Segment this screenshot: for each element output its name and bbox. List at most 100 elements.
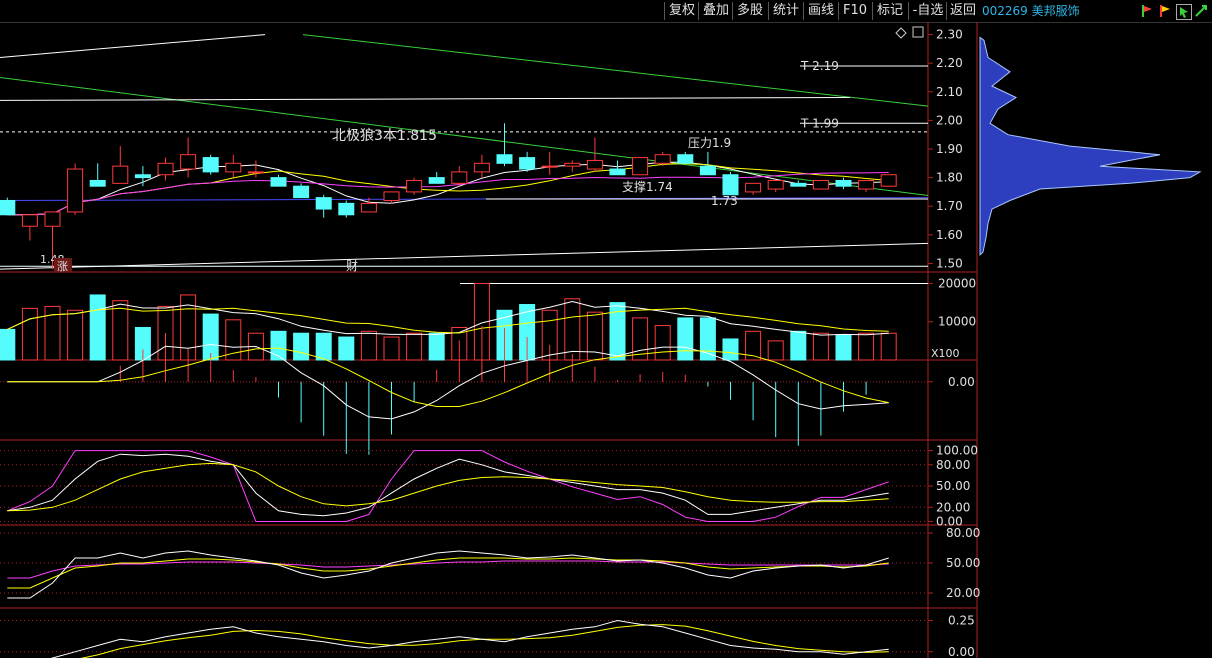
volume-bar [858, 332, 875, 361]
volume-bar [360, 330, 377, 361]
volume-bar [0, 328, 16, 361]
y-tick-label: 1.50 [936, 256, 963, 270]
candle [428, 177, 445, 184]
mark-button[interactable]: 标记 [872, 2, 907, 20]
candle [247, 171, 264, 174]
candle [609, 168, 626, 176]
tag-zhang: 涨 [57, 260, 68, 273]
volume-bar [880, 332, 897, 361]
candle [44, 211, 61, 227]
candle [496, 154, 513, 164]
y-tick-label: 0.25 [948, 614, 975, 628]
candle [790, 182, 807, 187]
candle [180, 154, 197, 170]
chart-annotation-title: 北极狼3本1.815 [332, 128, 437, 144]
flag-icon[interactable] [1158, 4, 1172, 18]
volume-bar [293, 332, 310, 361]
volume-bar [812, 332, 829, 361]
candle [745, 182, 762, 193]
candle [541, 165, 558, 168]
candle [270, 177, 287, 187]
candle [519, 157, 536, 170]
y-tick-label: 2.20 [936, 56, 963, 70]
y-tick-label: 1.60 [936, 228, 963, 242]
trend-line [0, 97, 851, 101]
flag-icon[interactable] [1140, 4, 1154, 18]
y-tick-label: 0.00 [948, 375, 975, 389]
candle [699, 165, 716, 176]
y-tick-label: 0.00 [948, 645, 975, 658]
y-tick-label: 10000 [938, 315, 976, 329]
y-tick-label: 1.70 [936, 199, 963, 213]
draw-line-button[interactable]: 画线 [803, 2, 838, 20]
y-tick-label: 20.00 [946, 586, 980, 600]
chart-canvas[interactable]: 2.30 2.20 2.10 2.00 1.90 1.80 1.70 1.60 1.50 T 2.… [0, 22, 1212, 658]
stock-title: 002269 美邦服饰 [982, 2, 1080, 20]
f10-button[interactable]: F10 [838, 2, 871, 20]
candle [812, 179, 829, 190]
ma20-line [7, 172, 889, 216]
y-tick-label: 100.00 [936, 444, 978, 458]
volume-bar [428, 332, 445, 361]
t-mid-label: T 1.99 [800, 116, 839, 130]
candle [586, 159, 603, 170]
volume-bar [767, 340, 784, 361]
candle [722, 174, 739, 196]
volume-bar [338, 336, 355, 361]
candle [293, 185, 310, 199]
cursor-icon[interactable] [1176, 4, 1192, 20]
volume-bar [790, 330, 807, 361]
candle [360, 202, 377, 213]
y-tick-label: 80.00 [946, 526, 980, 540]
chip-distribution [979, 36, 1202, 256]
osc-line [50, 619, 889, 658]
volume-bar [89, 294, 106, 361]
volume-bar [406, 332, 423, 361]
trend-line [0, 34, 266, 58]
rsi-long [7, 560, 889, 579]
volume-bar [722, 338, 739, 361]
candle [202, 157, 219, 173]
back-button[interactable]: 返回 [946, 2, 979, 20]
support-label: 支撑1.74 [622, 179, 673, 194]
kdj-d [7, 462, 889, 512]
candle [835, 179, 852, 187]
y-tick-label: 50.00 [946, 556, 980, 570]
y-tick-label: 2.00 [936, 113, 963, 127]
diamond-icon [895, 27, 907, 39]
candle [858, 179, 875, 190]
candle [315, 197, 332, 210]
volume-bar [835, 334, 852, 361]
volume-bar [654, 325, 671, 361]
add-favorite-button[interactable]: -自选 [908, 2, 947, 20]
candle [451, 171, 468, 184]
stock-code: 002269 [982, 4, 1028, 18]
candle [338, 202, 355, 216]
trend-line [0, 242, 929, 270]
expand-icon[interactable] [1194, 4, 1208, 18]
volume-bar [383, 336, 400, 361]
candle [112, 165, 129, 184]
y-tick-label: 80.00 [936, 458, 970, 472]
candle [880, 174, 897, 187]
fuquan-button[interactable]: 复权 [664, 2, 699, 20]
volume-bar [315, 332, 332, 361]
volume-unit-label: X100 [931, 347, 960, 360]
candle [632, 157, 649, 176]
volume-bar [564, 298, 581, 361]
candle [406, 179, 423, 193]
volume-bar [677, 317, 694, 361]
volume-bar [225, 319, 242, 361]
statistics-button[interactable]: 统计 [768, 2, 803, 20]
overlay-button[interactable]: 叠加 [698, 2, 733, 20]
y-tick-label: 50.00 [936, 479, 970, 493]
rsi-short [7, 550, 889, 599]
candle [767, 179, 784, 190]
candle [67, 168, 84, 213]
candle [654, 154, 671, 164]
multi-stock-button[interactable]: 多股 [732, 2, 767, 20]
candle [383, 191, 400, 201]
candle [0, 199, 16, 216]
y-tick-label: 20000 [938, 276, 976, 290]
toolbar: 复权 叠加 多股 统计 画线 F10 标记 -自选 返回 002269 美邦服饰 [0, 0, 1212, 23]
